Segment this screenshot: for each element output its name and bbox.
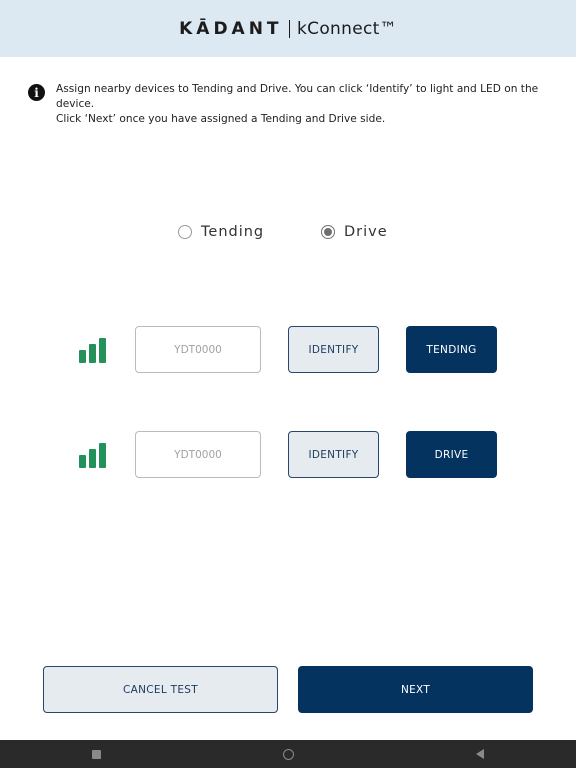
brand-name: KĀDANT xyxy=(179,18,283,39)
next-button[interactable]: NEXT xyxy=(298,666,533,713)
radio-circle-unchecked[interactable] xyxy=(178,225,192,239)
system-nav-bar xyxy=(0,740,576,768)
device-row: IDENTIFY TENDING xyxy=(0,326,576,374)
device-row: IDENTIFY DRIVE xyxy=(0,431,576,479)
product-name: kConnect™ xyxy=(297,18,397,39)
back-button[interactable] xyxy=(460,740,500,768)
info-line-1: Assign nearby devices to Tending and Dri… xyxy=(56,83,539,110)
assign-tending-button[interactable]: TENDING xyxy=(406,326,497,373)
home-button[interactable] xyxy=(268,740,308,768)
device-id-input[interactable] xyxy=(135,326,261,373)
info-text: Assign nearby devices to Tending and Dri… xyxy=(56,82,558,127)
recents-button[interactable] xyxy=(76,740,116,768)
radio-label-tending: Tending xyxy=(201,224,265,240)
signal-strength-icon xyxy=(79,442,109,468)
identify-button[interactable]: IDENTIFY xyxy=(288,326,379,373)
radio-tending[interactable]: Tending xyxy=(178,224,264,240)
side-selector: Tending Drive xyxy=(0,224,576,246)
brand-divider xyxy=(288,19,291,38)
back-triangle-icon xyxy=(476,749,484,759)
identify-button[interactable]: IDENTIFY xyxy=(288,431,379,478)
brand-logo: KĀDANT kConnect™ xyxy=(179,19,397,39)
info-icon: i xyxy=(28,84,45,101)
app-header: KĀDANT kConnect™ xyxy=(0,0,576,57)
info-message: i Assign nearby devices to Tending and D… xyxy=(28,82,558,127)
info-line-2: Click ‘Next’ once you have assigned a Te… xyxy=(56,113,386,125)
cancel-test-button[interactable]: CANCEL TEST xyxy=(43,666,278,713)
radio-circle-checked[interactable] xyxy=(321,225,335,239)
circle-icon xyxy=(282,748,294,760)
radio-label-drive: Drive xyxy=(344,224,388,240)
device-id-input[interactable] xyxy=(135,431,261,478)
signal-strength-icon xyxy=(79,337,109,363)
radio-drive[interactable]: Drive xyxy=(321,224,388,240)
assign-drive-button[interactable]: DRIVE xyxy=(406,431,497,478)
square-icon xyxy=(91,749,101,759)
